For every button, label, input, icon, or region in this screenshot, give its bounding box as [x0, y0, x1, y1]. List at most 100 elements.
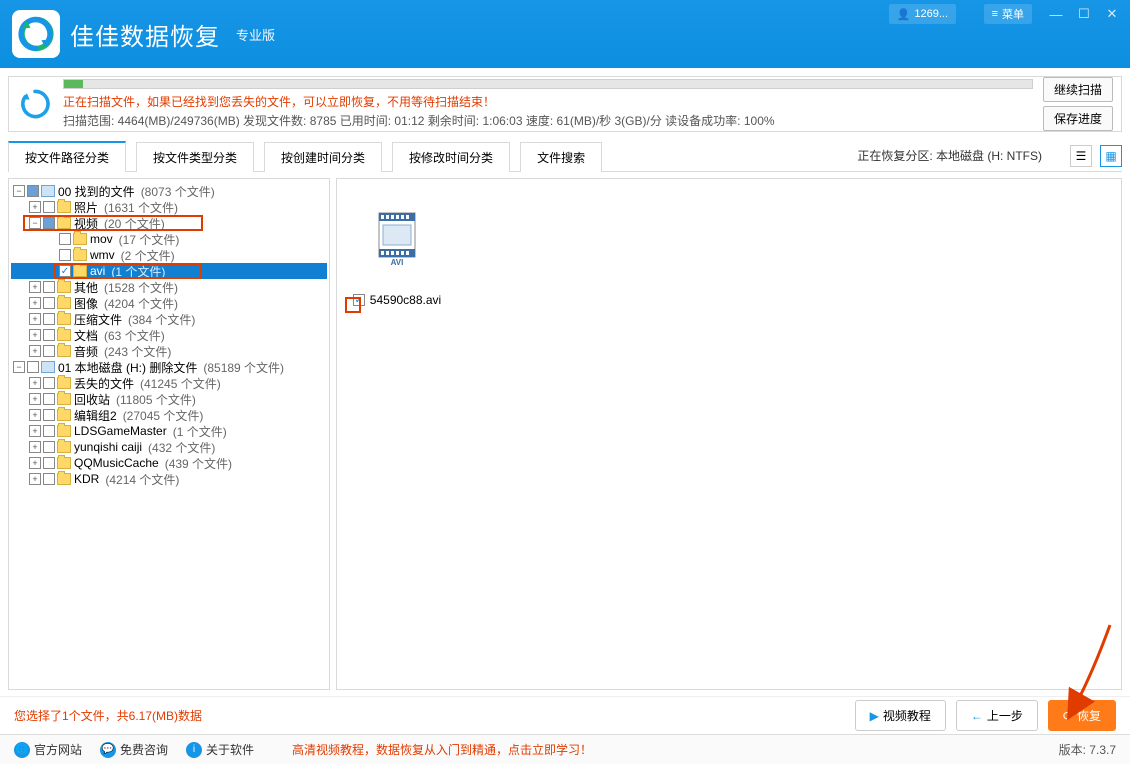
checkbox[interactable] [43, 425, 55, 437]
checkbox[interactable] [43, 409, 55, 421]
tree-pane[interactable]: − 00 找到的文件 (8073 个文件) + 照片 (1631 个文件) − … [8, 178, 330, 690]
expand-icon[interactable]: + [29, 393, 41, 405]
checkbox[interactable] [43, 457, 55, 469]
tree-label: wmv [90, 248, 115, 262]
view-grid-button[interactable]: ▦ [1100, 145, 1122, 167]
selection-info: 您选择了1个文件，共6.17(MB)数据 [14, 707, 202, 724]
checkbox[interactable] [43, 281, 55, 293]
tree-row-qq[interactable]: + QQMusicCache (439 个文件) [11, 455, 327, 471]
expand-icon[interactable]: + [29, 329, 41, 341]
checkbox[interactable] [27, 361, 39, 373]
tree-row-audio[interactable]: + 音频 (243 个文件) [11, 343, 327, 359]
tree-label: 编辑组2 [74, 407, 117, 424]
collapse-icon[interactable]: − [13, 361, 25, 373]
tree-row-other[interactable]: + 其他 (1528 个文件) [11, 279, 327, 295]
view-list-button[interactable]: ☰ [1070, 145, 1092, 167]
checkbox[interactable] [43, 297, 55, 309]
collapse-icon[interactable]: − [13, 185, 25, 197]
expand-icon[interactable]: + [29, 457, 41, 469]
tree-row-video[interactable]: − 视频 (20 个文件) [11, 215, 327, 231]
expand-icon[interactable]: + [29, 473, 41, 485]
video-icon: ▶ [870, 709, 879, 723]
tree-row-kdr[interactable]: + KDR (4214 个文件) [11, 471, 327, 487]
menu-chip[interactable]: ≡ 菜单 [984, 4, 1032, 24]
tree-row-wmv[interactable]: wmv (2 个文件) [11, 247, 327, 263]
tree-label: 丢失的文件 [74, 375, 134, 392]
checkbox[interactable] [43, 329, 55, 341]
tab-by-path[interactable]: 按文件路径分类 [8, 141, 126, 172]
tree-count: (432 个文件) [148, 439, 215, 456]
checkbox[interactable] [43, 345, 55, 357]
prev-step-label: 上一步 [987, 707, 1023, 724]
maximize-button[interactable]: ☐ [1070, 4, 1098, 24]
tab-search[interactable]: 文件搜索 [520, 142, 602, 172]
checkbox[interactable] [43, 217, 55, 229]
progress-fill [64, 80, 83, 88]
prev-step-button[interactable]: ← 上一步 [956, 700, 1038, 731]
tree-row-root-deleted[interactable]: − 01 本地磁盘 (H:) 删除文件 (85189 个文件) [11, 359, 327, 375]
checkbox[interactable] [59, 249, 71, 261]
expand-icon[interactable]: + [29, 345, 41, 357]
tree-row-image[interactable]: + 图像 (4204 个文件) [11, 295, 327, 311]
expand-icon[interactable]: + [29, 201, 41, 213]
checkbox[interactable] [43, 201, 55, 213]
tree-row-lost[interactable]: + 丢失的文件 (41245 个文件) [11, 375, 327, 391]
tab-by-created[interactable]: 按创建时间分类 [264, 142, 382, 172]
folder-icon [73, 249, 87, 261]
tree-row-avi[interactable]: avi (1 个文件) [11, 263, 327, 279]
checkbox[interactable] [43, 441, 55, 453]
expand-icon[interactable]: + [29, 281, 41, 293]
tree-row-edit2[interactable]: + 编辑组2 (27045 个文件) [11, 407, 327, 423]
collapse-icon[interactable]: − [29, 217, 41, 229]
tree-row-root-found[interactable]: − 00 找到的文件 (8073 个文件) [11, 183, 327, 199]
close-button[interactable]: ✕ [1098, 4, 1126, 24]
tree-row-recycle[interactable]: + 回收站 (11805 个文件) [11, 391, 327, 407]
tab-by-modified[interactable]: 按修改时间分类 [392, 142, 510, 172]
file-item[interactable]: AVI 54590c88.avi [347, 189, 447, 307]
expand-icon[interactable]: + [29, 441, 41, 453]
expand-icon[interactable]: + [29, 313, 41, 325]
file-checkbox[interactable] [353, 294, 365, 306]
tree-row-photos[interactable]: + 照片 (1631 个文件) [11, 199, 327, 215]
tree-count: (85189 个文件) [203, 359, 284, 376]
checkbox[interactable] [59, 233, 71, 245]
checkbox[interactable] [27, 185, 39, 197]
expand-icon[interactable]: + [29, 297, 41, 309]
tabs-row: 按文件路径分类 按文件类型分类 按创建时间分类 按修改时间分类 文件搜索 正在恢… [8, 140, 1122, 172]
tree-row-doc[interactable]: + 文档 (63 个文件) [11, 327, 327, 343]
tab-by-type[interactable]: 按文件类型分类 [136, 142, 254, 172]
expand-icon[interactable]: + [29, 377, 41, 389]
file-pane[interactable]: AVI 54590c88.avi [336, 178, 1122, 690]
tree-row-zip[interactable]: + 压缩文件 (384 个文件) [11, 311, 327, 327]
expand-icon[interactable]: + [29, 409, 41, 421]
checkbox[interactable] [43, 377, 55, 389]
tree-label: 照片 [74, 199, 98, 216]
tree-row-yun[interactable]: + yunqishi caiji (432 个文件) [11, 439, 327, 455]
expand-icon[interactable]: + [29, 425, 41, 437]
checkbox[interactable] [43, 313, 55, 325]
continue-scan-button[interactable]: 继续扫描 [1043, 77, 1113, 102]
promo-text[interactable]: 高清视频教程，数据恢复从入门到精通，点击立即学习！ [292, 741, 592, 758]
window-controls: — ☐ ✕ [1042, 4, 1126, 24]
checkbox[interactable] [43, 473, 55, 485]
tree-row-mov[interactable]: mov (17 个文件) [11, 231, 327, 247]
account-chip[interactable]: 👤 1269... [889, 4, 956, 24]
logo-icon [12, 10, 60, 58]
recover-button[interactable]: ⟳ 恢复 [1048, 700, 1116, 731]
minimize-button[interactable]: — [1042, 4, 1070, 24]
footer-actions: 您选择了1个文件，共6.17(MB)数据 ▶ 视频教程 ← 上一步 ⟳ 恢复 [0, 696, 1130, 734]
official-site-link[interactable]: 🌐 官方网站 [14, 741, 82, 758]
tree-row-lds[interactable]: + LDSGameMaster (1 个文件) [11, 423, 327, 439]
video-tutorial-button[interactable]: ▶ 视频教程 [855, 700, 946, 731]
tree-label: 视频 [74, 215, 98, 232]
free-consult-link[interactable]: 💬 免费咨询 [100, 741, 168, 758]
about-label: 关于软件 [206, 741, 254, 758]
checkbox[interactable] [43, 393, 55, 405]
about-link[interactable]: i 关于软件 [186, 741, 254, 758]
save-progress-button[interactable]: 保存进度 [1043, 106, 1113, 131]
tree-count: (27045 个文件) [123, 407, 204, 424]
folder-icon [57, 329, 71, 341]
official-site-label: 官方网站 [34, 741, 82, 758]
checkbox[interactable] [59, 265, 71, 277]
tree-label: yunqishi caiji [74, 440, 142, 454]
